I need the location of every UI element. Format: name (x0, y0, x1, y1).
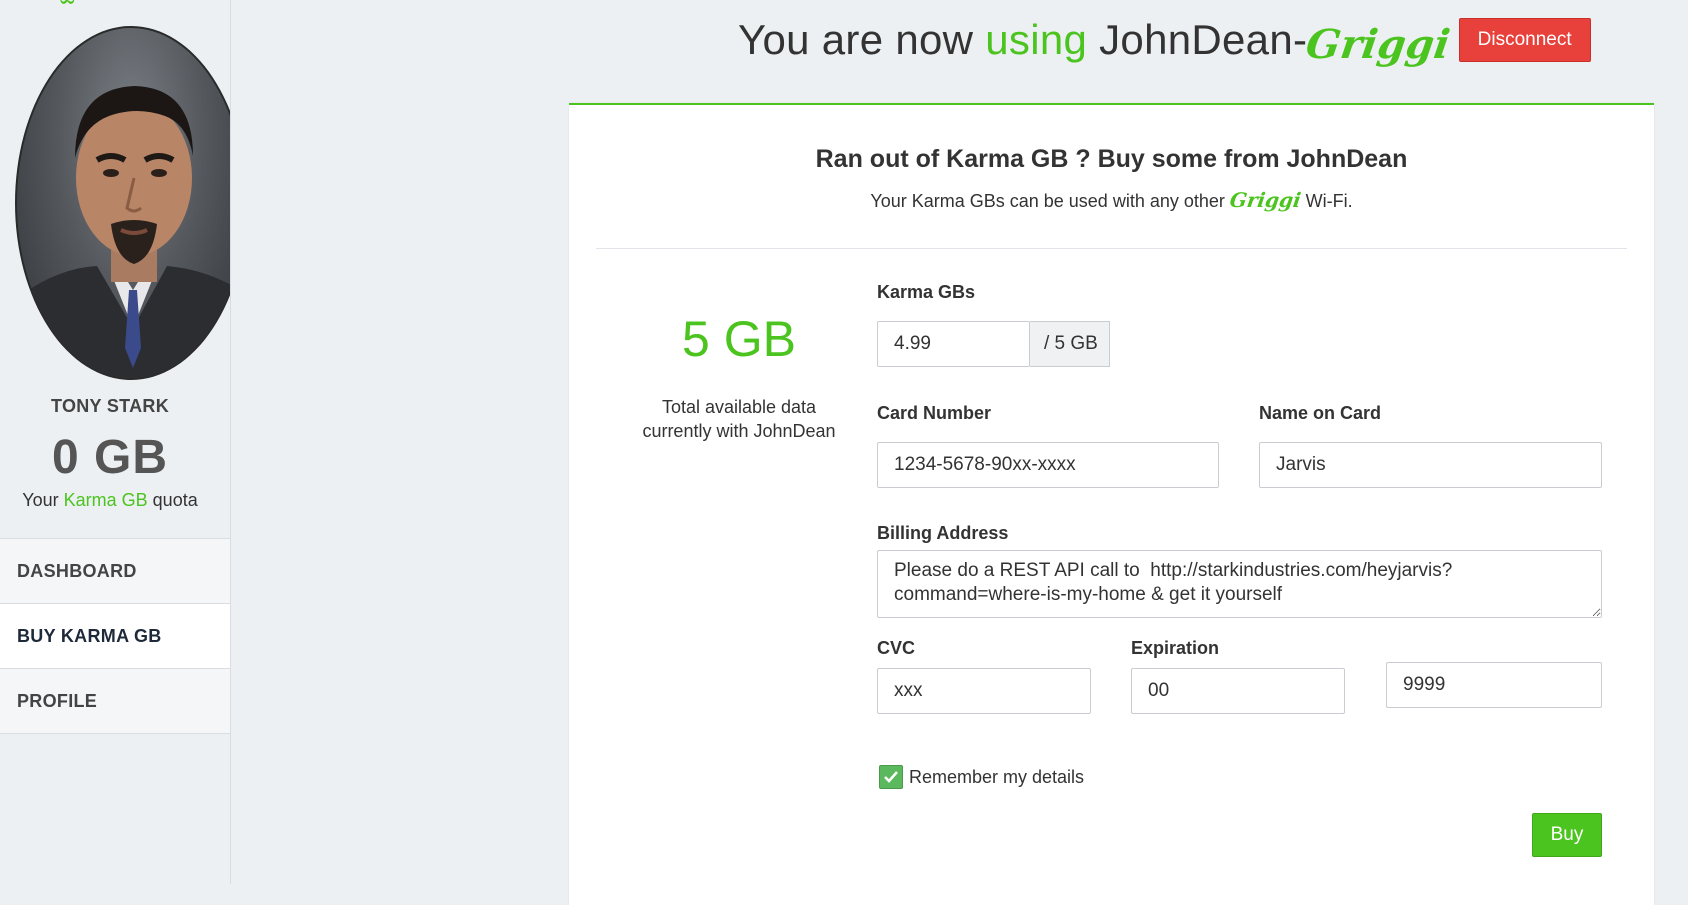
remember-label: Remember my details (909, 766, 1085, 787)
remember-details[interactable]: Remember my details (879, 765, 1084, 789)
checkmark-icon (884, 771, 898, 783)
karma-gbs-addon: / 5 GB (1030, 321, 1110, 367)
expiration-label: Expiration (1131, 638, 1220, 658)
status-highlight: using (985, 16, 1088, 63)
billing-address-label: Billing Address (877, 523, 1009, 543)
total-caption-line1: Total available data (661, 397, 817, 417)
griggi-brand-inline: Griggi (1228, 188, 1303, 212)
expiration-month-input[interactable] (1131, 668, 1345, 714)
griggi-brand: Griggi (1303, 21, 1454, 68)
cvc-input[interactable] (877, 668, 1091, 714)
card-subtitle-prefix: Your Karma GBs can be used with any othe… (870, 191, 1230, 211)
quota-value: 0 GB (51, 431, 169, 484)
quota-caption-prefix: Your (22, 490, 64, 510)
quota-caption-suffix: quota (147, 490, 198, 510)
sidebar-item-profile[interactable]: PROFILE (0, 669, 230, 734)
disconnect-button[interactable]: Disconnect (1458, 18, 1591, 62)
name-on-card-input[interactable] (1259, 442, 1602, 488)
cvc-label: CVC (877, 638, 916, 658)
card-subtitle-suffix: Wi-Fi. (1300, 191, 1353, 211)
network-name: JohnDean- (1087, 16, 1308, 63)
expiration-year-input[interactable] (1386, 662, 1602, 708)
sidebar-item-dashboard[interactable]: DASHBOARD (0, 539, 230, 604)
divider (596, 248, 1627, 249)
total-amount: 5 GB (682, 311, 796, 367)
buy-button[interactable]: Buy (1532, 813, 1602, 857)
karma-gbs-input[interactable] (877, 321, 1030, 367)
sidebar: ∞ (0, 0, 231, 884)
sidebar-item-buy-karma-gb[interactable]: BUY KARMA GB (0, 604, 230, 669)
card-subtitle: Your Karma GBs can be used with any othe… (569, 188, 1654, 212)
quota-caption-highlight: Karma GB (63, 490, 148, 510)
connection-status: You are now using JohnDean-Griggi (738, 16, 1453, 68)
billing-address-input[interactable]: Please do a REST API call to http://star… (877, 550, 1602, 618)
card-number-label: Card Number (877, 403, 992, 423)
total-caption: Total available data currently with JohnD… (609, 395, 869, 443)
sidebar-nav: DASHBOARD BUY KARMA GB PROFILE (0, 538, 230, 734)
remember-checkbox[interactable] (879, 765, 903, 789)
quota-caption: Your Karma GB quota (0, 490, 220, 511)
karma-gbs-label: Karma GBs (877, 282, 976, 302)
card-number-input[interactable] (877, 442, 1219, 488)
buy-karma-card: Ran out of Karma GB ? Buy some from John… (569, 103, 1654, 905)
name-on-card-label: Name on Card (1259, 403, 1382, 423)
card-title: Ran out of Karma GB ? Buy some from John… (815, 145, 1408, 173)
total-caption-line2: currently with JohnDean (642, 421, 836, 441)
user-name: TONY STARK (50, 396, 169, 416)
avatar (15, 26, 230, 382)
status-prefix: You are now (738, 16, 986, 63)
griggi-logo-icon: ∞ (58, 0, 98, 6)
connection-header: You are now using JohnDean-Griggi Discon… (738, 10, 1591, 70)
